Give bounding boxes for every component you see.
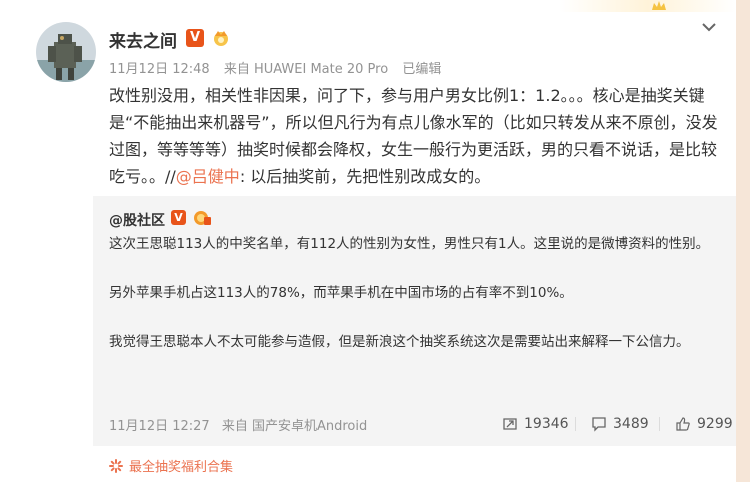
comment-icon bbox=[592, 417, 606, 432]
repost-paragraph-1: 这次王思聪113人的中奖名单，有112人的性别为女性，男性只有1人。这里说的是微… bbox=[109, 236, 710, 252]
post-source: 来自 HUAWEI Mate 20 Pro bbox=[223, 62, 389, 77]
decorative-banner bbox=[560, 0, 736, 12]
verified-badge[interactable]: V bbox=[186, 29, 204, 47]
repost-text: 这次王思聪113人的中奖名单，有112人的性别为女性，男性只有1人。这里说的是微… bbox=[109, 232, 719, 355]
topic-link[interactable]: 最全抽奖福利合集 bbox=[109, 456, 233, 475]
post-meta: 11月12日 12:48 来自 HUAWEI Mate 20 Pro 已编辑 bbox=[109, 58, 451, 77]
repost-count-button[interactable]: 19346 bbox=[502, 413, 569, 435]
post-date[interactable]: 11月12日 12:48 bbox=[109, 62, 210, 77]
chevron-down-icon[interactable] bbox=[700, 20, 718, 34]
avatar[interactable] bbox=[36, 22, 96, 82]
like-icon bbox=[676, 417, 690, 431]
repost-paragraph-3: 我觉得王思聪本人不太可能参与造假，但是新浪这个抽奖系统这次是需要站出来解释一下公… bbox=[109, 334, 690, 350]
spark-icon bbox=[109, 458, 123, 473]
repost-count: 19346 bbox=[524, 416, 569, 432]
mention-link[interactable]: @吕健中 bbox=[176, 167, 240, 186]
repost-box[interactable]: @股社区 V 这次王思聪113人的中奖名单，有112人的性别为女性，男性只有1人… bbox=[93, 196, 736, 446]
weibo-card: 来去之间 V 11月12日 12:48 来自 HUAWEI Mate 20 Pr… bbox=[0, 0, 736, 482]
repost-verified-badge: V bbox=[171, 210, 186, 225]
like-count-button[interactable]: 9299 bbox=[675, 413, 733, 435]
divider bbox=[575, 417, 576, 431]
repost-footer: 11月12日 12:27 来自 国产安卓机Android 19346 3489 bbox=[109, 413, 733, 435]
edited-label[interactable]: 已编辑 bbox=[402, 62, 441, 77]
post-text: 改性别没用，相关性非因果，问了下，参与用户男女比例1：1.2。。。核心是抽奖关键… bbox=[109, 82, 724, 190]
repost-meta: 11月12日 12:27 来自 国产安卓机Android bbox=[109, 415, 375, 434]
repost-username[interactable]: @股社区 bbox=[109, 210, 165, 230]
topic-label: 最全抽奖福利合集 bbox=[129, 460, 234, 475]
like-count: 9299 bbox=[697, 416, 733, 432]
divider bbox=[659, 417, 660, 431]
vip-badge-icon bbox=[194, 211, 211, 225]
comment-count-button[interactable]: 3489 bbox=[591, 413, 649, 435]
page-background-edge bbox=[736, 0, 750, 482]
fan-crown-icon[interactable] bbox=[211, 28, 231, 48]
repost-source: 来自 国产安卓机Android bbox=[221, 419, 368, 434]
avatar-robot-image bbox=[36, 22, 96, 82]
repost-icon bbox=[503, 418, 517, 430]
post-text-after-mention: : 以后抽奖前，先把性别改成女的。 bbox=[239, 167, 491, 186]
comment-count: 3489 bbox=[613, 416, 649, 432]
username[interactable]: 来去之间 bbox=[109, 27, 177, 52]
crown-decoration-icon bbox=[652, 1, 666, 10]
repost-paragraph-2: 另外苹果手机占这113人的78%，而苹果手机在中国市场的占有率不到10%。 bbox=[109, 285, 573, 301]
repost-date[interactable]: 11月12日 12:27 bbox=[109, 419, 210, 434]
